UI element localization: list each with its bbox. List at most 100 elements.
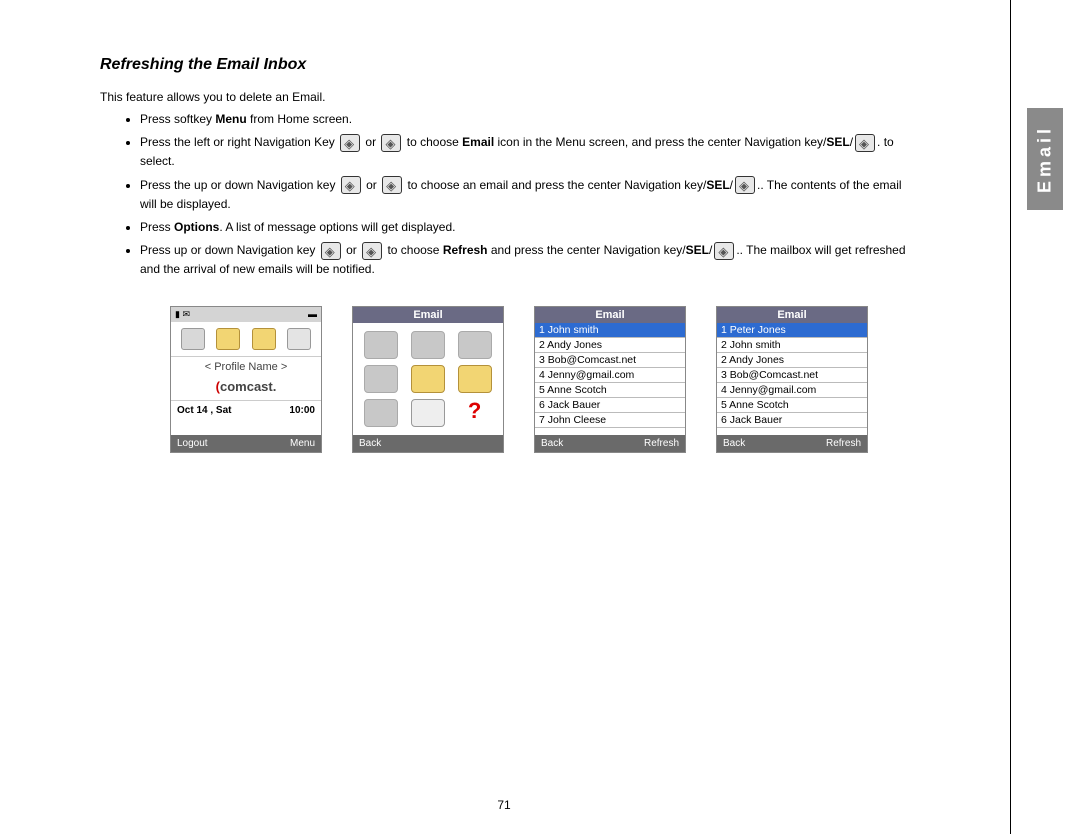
text: Press the left or right Navigation Key — [140, 135, 338, 149]
softkey-left[interactable]: Logout — [177, 438, 208, 449]
text: icon in the Menu screen, and press the c… — [494, 135, 826, 149]
text: to choose — [403, 135, 462, 149]
nav-down-icon — [382, 176, 402, 194]
email-row[interactable]: 6 Jack Bauer — [535, 398, 685, 413]
list-item: Press the left or right Navigation Key o… — [140, 133, 908, 171]
date-text: Oct 14 , Sat — [177, 405, 231, 416]
softkey-left[interactable]: Back — [723, 438, 745, 449]
text: Press softkey — [140, 112, 215, 126]
text: Press the up or down Navigation key — [140, 178, 339, 192]
screenshot-row: ▮ ✉ ▬ < Profile Name > comcast. Oct 14 , … — [170, 306, 908, 453]
text: Press up or down Navigation key — [140, 243, 319, 257]
screen-title: Email — [717, 307, 867, 323]
softkey-left[interactable]: Back — [541, 438, 563, 449]
softkey-bar: Back — [353, 435, 503, 452]
bold-options: Options — [174, 220, 219, 234]
instruction-list: Press softkey Menu from Home screen. Pre… — [100, 110, 908, 280]
list-item: Press the up or down Navigation key or t… — [140, 176, 908, 214]
email-row[interactable]: 3 Bob@Comcast.net — [717, 368, 867, 383]
email-list: 1 John smith 2 Andy Jones 3 Bob@Comcast.… — [535, 323, 685, 435]
bold-email: Email — [462, 135, 494, 149]
menu-item-icon[interactable] — [458, 331, 492, 359]
softkey-left[interactable]: Back — [359, 438, 381, 449]
softkey-bar: Back Refresh — [535, 435, 685, 452]
signal-icon: ▮ ✉ — [175, 309, 190, 320]
menu-item-icon[interactable] — [364, 399, 398, 427]
email-row[interactable]: 4 Jenny@gmail.com — [717, 383, 867, 398]
email-list: 1 Peter Jones 2 John smith 2 Andy Jones … — [717, 323, 867, 435]
home-icon-row — [171, 322, 321, 356]
screen-title: Email — [353, 307, 503, 323]
email-row[interactable]: 6 Jack Bauer — [717, 413, 867, 428]
nav-center-icon — [855, 134, 875, 152]
app-icon — [181, 328, 205, 350]
home-date-row: Oct 14 , Sat 10:00 — [171, 400, 321, 420]
screen-title: Email — [535, 307, 685, 323]
app-icon — [287, 328, 311, 350]
app-icon — [216, 328, 240, 350]
status-bar: ▮ ✉ ▬ — [171, 307, 321, 322]
nav-up-icon — [321, 242, 341, 260]
email-row[interactable]: 3 Bob@Comcast.net — [535, 353, 685, 368]
softkey-bar: Back Refresh — [717, 435, 867, 452]
nav-right-icon — [381, 134, 401, 152]
softkey-right[interactable]: Refresh — [644, 438, 679, 449]
phone-inbox-2: Email 1 Peter Jones 2 John smith 2 Andy … — [716, 306, 868, 453]
text: Press — [140, 220, 174, 234]
email-row[interactable]: 1 John smith — [535, 323, 685, 338]
battery-icon: ▬ — [308, 309, 317, 320]
email-row[interactable]: 2 Andy Jones — [717, 353, 867, 368]
bold-sel: SEL — [706, 178, 729, 192]
nav-center-icon — [714, 242, 734, 260]
menu-grid: ? — [353, 323, 503, 435]
email-row[interactable]: 2 John smith — [717, 338, 867, 353]
bold-sel: SEL — [826, 135, 849, 149]
list-item: Press up or down Navigation key or to ch… — [140, 241, 908, 279]
email-row[interactable]: 2 Andy Jones — [535, 338, 685, 353]
page-number: 71 — [0, 798, 1008, 812]
menu-item-icon[interactable] — [364, 365, 398, 393]
intro-text: This feature allows you to delete an Ema… — [100, 90, 908, 104]
menu-item-email-icon[interactable] — [411, 399, 445, 427]
text: or — [362, 135, 379, 149]
menu-item-icon[interactable] — [458, 365, 492, 393]
list-item: Press Options. A list of message options… — [140, 218, 908, 237]
bold-refresh: Refresh — [443, 243, 488, 257]
list-item: Press softkey Menu from Home screen. — [140, 110, 908, 129]
phone-home: ▮ ✉ ▬ < Profile Name > comcast. Oct 14 , … — [170, 306, 322, 453]
email-row[interactable]: 7 John Cleese — [535, 413, 685, 428]
menu-item-help-icon[interactable]: ? — [458, 399, 492, 427]
phone-menu: Email ? Back — [352, 306, 504, 453]
text: to choose an email and press the center … — [404, 178, 706, 192]
bold-sel: SEL — [686, 243, 709, 257]
text: or — [363, 178, 380, 192]
softkey-right[interactable]: Menu — [290, 438, 315, 449]
email-row[interactable]: 5 Anne Scotch — [717, 398, 867, 413]
email-row[interactable]: 5 Anne Scotch — [535, 383, 685, 398]
menu-item-icon[interactable] — [411, 331, 445, 359]
side-tab-label: Email — [1027, 108, 1063, 210]
softkey-right[interactable]: Refresh — [826, 438, 861, 449]
section-heading: Refreshing the Email Inbox — [100, 56, 908, 74]
text: to choose — [384, 243, 443, 257]
bold-menu: Menu — [215, 112, 246, 126]
text: from Home screen. — [247, 112, 352, 126]
menu-item-icon[interactable] — [364, 331, 398, 359]
email-row[interactable]: 4 Jenny@gmail.com — [535, 368, 685, 383]
nav-down-icon — [362, 242, 382, 260]
comcast-logo: comcast. — [171, 377, 321, 400]
text: or — [343, 243, 360, 257]
text: . A list of message options will get dis… — [219, 220, 455, 234]
nav-left-icon — [340, 134, 360, 152]
profile-name: < Profile Name > — [171, 356, 321, 377]
phone-inbox-1: Email 1 John smith 2 Andy Jones 3 Bob@Co… — [534, 306, 686, 453]
app-icon — [252, 328, 276, 350]
nav-center-icon — [735, 176, 755, 194]
nav-up-icon — [341, 176, 361, 194]
email-row[interactable]: 1 Peter Jones — [717, 323, 867, 338]
side-border: Email — [1010, 0, 1080, 834]
softkey-bar: Logout Menu — [171, 435, 321, 452]
time-text: 10:00 — [289, 405, 315, 416]
text: and press the center Navigation key/ — [488, 243, 686, 257]
menu-item-icon[interactable] — [411, 365, 445, 393]
